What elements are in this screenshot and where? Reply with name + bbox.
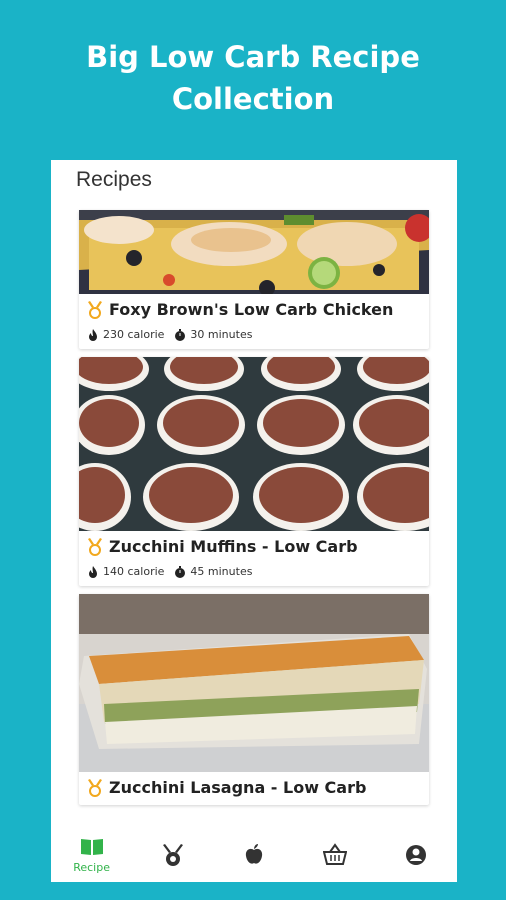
recipe-title: Zucchini Lasagna - Low Carb [109, 778, 367, 797]
nav-item-nutrition[interactable] [224, 843, 284, 867]
recipe-title: Zucchini Muffins - Low Carb [109, 537, 358, 556]
book-icon [80, 839, 103, 855]
stopwatch-icon [175, 565, 186, 578]
recipe-time: 30 minutes [190, 328, 253, 341]
lasagna-glass-dish-photo [79, 594, 429, 772]
phone-screen: Recipes Foxy Brown's Low Carb Chicken 23… [51, 160, 457, 882]
medal-icon [88, 537, 102, 556]
nav-item-recipe[interactable]: Recipe [62, 835, 122, 874]
recipe-time: 45 minutes [190, 565, 253, 578]
recipe-calories: 230 calorie [103, 328, 165, 341]
promo-headline: Big Low Carb Recipe Collection [0, 36, 506, 120]
medal-icon [88, 300, 102, 319]
basket-icon [323, 842, 348, 865]
nav-item-shopping[interactable] [305, 842, 365, 867]
flame-icon [89, 328, 97, 341]
headline-line-1: Big Low Carb Recipe [86, 40, 420, 74]
nav-item-medal[interactable] [143, 843, 203, 867]
recipe-card[interactable]: Zucchini Muffins - Low Carb 140 calorie [79, 357, 429, 586]
nav-label-recipe: Recipe [73, 861, 110, 874]
recipe-card[interactable]: Foxy Brown's Low Carb Chicken 230 calori… [79, 210, 429, 349]
headline-line-2: Collection [171, 82, 335, 116]
baked-chicken-vegetables-photo [79, 210, 429, 294]
flame-icon [89, 565, 97, 578]
page-title: Recipes [76, 168, 152, 191]
stopwatch-icon [175, 328, 186, 341]
medal-icon [88, 778, 102, 797]
chocolate-muffins-tray-photo [79, 357, 429, 531]
recipe-card[interactable]: Zucchini Lasagna - Low Carb [79, 594, 429, 805]
bottom-nav: Recipe [51, 827, 457, 882]
apple-icon [245, 843, 263, 864]
nav-item-profile[interactable] [386, 843, 446, 867]
recipe-title: Foxy Brown's Low Carb Chicken [109, 300, 394, 319]
medal-icon [162, 843, 183, 866]
recipe-list: Foxy Brown's Low Carb Chicken 230 calori… [79, 210, 429, 813]
user-icon [406, 844, 427, 865]
recipe-calories: 140 calorie [103, 565, 165, 578]
